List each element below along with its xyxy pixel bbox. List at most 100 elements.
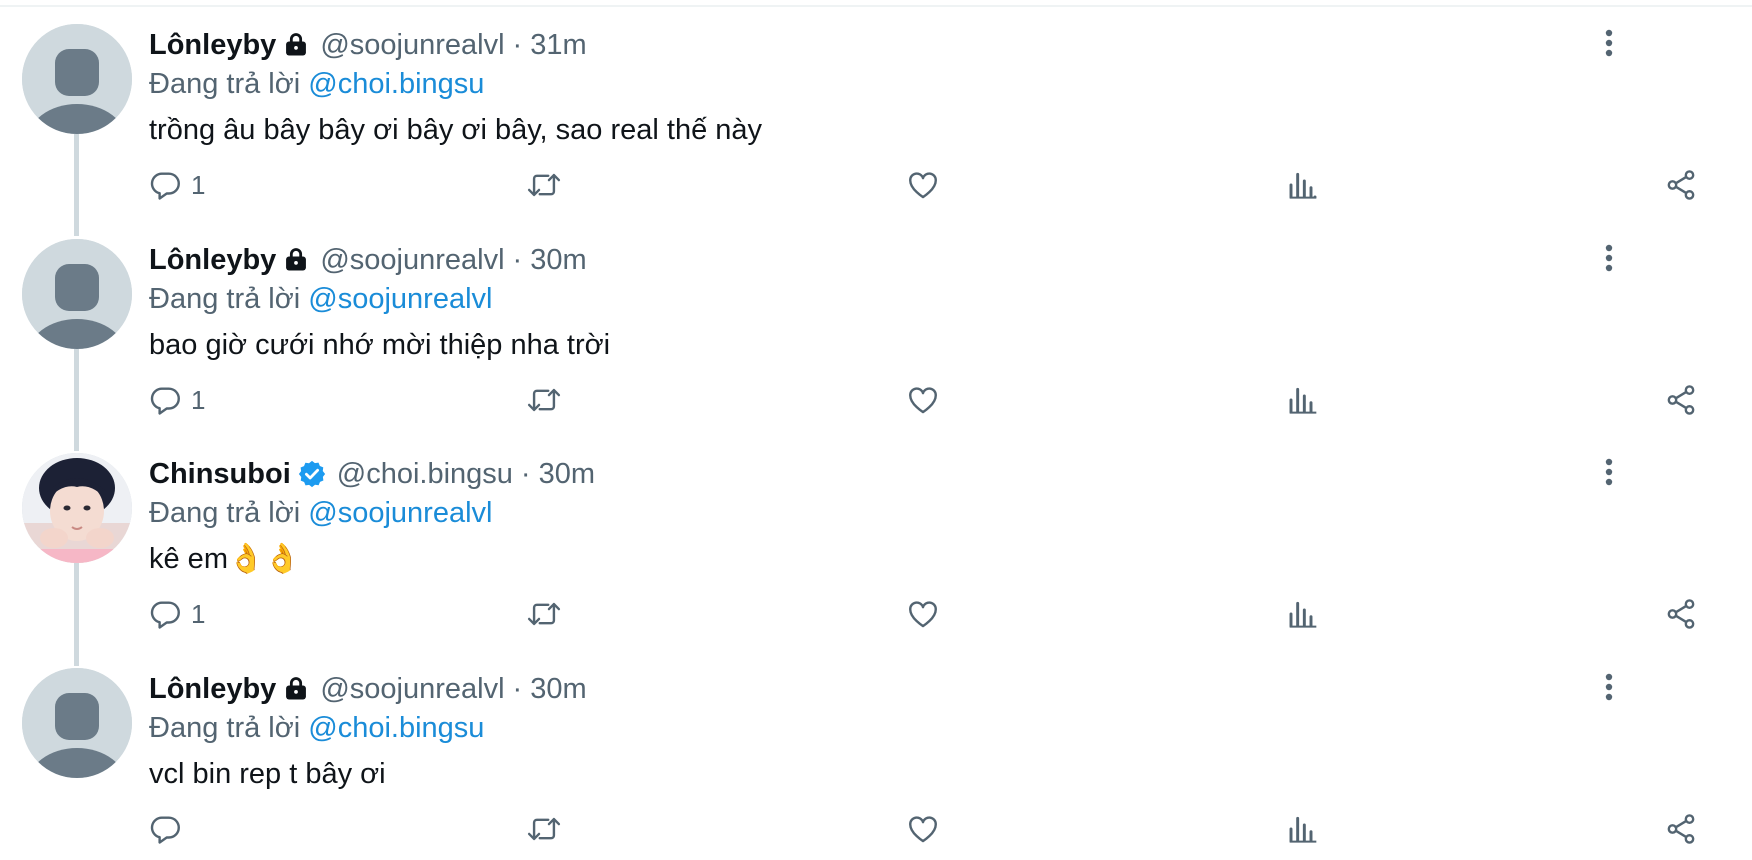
share-button[interactable]	[1664, 809, 1698, 849]
timestamp[interactable]: 31m	[530, 29, 586, 62]
separator: ·	[512, 28, 523, 61]
mention-link[interactable]: @choi.bingsu	[308, 68, 484, 100]
timestamp[interactable]: 30m	[539, 458, 595, 491]
user-handle[interactable]: @soojunrealvl	[320, 29, 504, 62]
mention-link[interactable]: @choi.bingsu	[308, 712, 484, 744]
replying-to: Đang trả lời @soojunrealvl	[149, 495, 1669, 531]
share-icon	[1667, 814, 1695, 844]
retweet-button[interactable]	[525, 594, 563, 634]
more-button[interactable]	[1594, 457, 1624, 487]
default-avatar-icon	[22, 24, 132, 134]
mention-link[interactable]: @soojunrealvl	[308, 497, 492, 529]
heart-icon	[909, 387, 937, 414]
heart-icon	[909, 601, 937, 628]
reply-button[interactable]: 1	[149, 380, 205, 420]
reply-count: 1	[191, 169, 206, 200]
tweet-text: vcl bin rep t bây ơi	[149, 758, 386, 790]
tweet[interactable]: Lônleyby @soojunrealvl · 30m Đang trả lờ…	[0, 644, 1752, 859]
avatar[interactable]	[22, 453, 132, 563]
avatar[interactable]	[22, 668, 132, 778]
verified-icon	[297, 459, 327, 489]
analytics-icon	[1289, 172, 1317, 199]
replying-to: Đang trả lời @choi.bingsu	[149, 66, 1669, 102]
display-name[interactable]: Lônleyby	[149, 29, 276, 62]
retweet-button[interactable]	[525, 809, 563, 849]
avatar[interactable]	[22, 24, 132, 134]
action-bar: 1	[149, 165, 1709, 205]
mention-link[interactable]: @soojunrealvl	[308, 283, 492, 315]
tweet[interactable]: Lônleyby @soojunrealvl · 31m Đang trả lờ…	[0, 0, 1752, 215]
display-name[interactable]: Lônleyby	[149, 244, 276, 277]
timestamp[interactable]: 30m	[530, 673, 586, 706]
more-vertical-icon	[1605, 458, 1613, 486]
heart-icon	[909, 816, 937, 843]
tweet-content: Lônleyby @soojunrealvl · 30m Đang trả lờ…	[149, 239, 1669, 363]
action-bar: 1	[149, 594, 1709, 634]
reply-count: 1	[191, 384, 206, 415]
share-button[interactable]	[1664, 380, 1698, 420]
like-button[interactable]	[906, 594, 940, 634]
like-button[interactable]	[906, 165, 940, 205]
user-handle[interactable]: @choi.bingsu	[337, 458, 513, 491]
views-button[interactable]	[1287, 380, 1319, 420]
more-button[interactable]	[1594, 672, 1624, 702]
more-button[interactable]	[1594, 28, 1624, 58]
share-button[interactable]	[1664, 165, 1698, 205]
more-vertical-icon	[1605, 673, 1613, 701]
action-bar: 1	[149, 380, 1709, 420]
avatar-column	[22, 239, 132, 349]
reply-icon	[150, 816, 180, 844]
tweet[interactable]: Chinsuboi @choi.bingsu · 30m Đang trả lờ…	[0, 429, 1752, 644]
analytics-icon	[1289, 601, 1317, 628]
display-name[interactable]: Lônleyby	[149, 673, 276, 706]
reply-button[interactable]: 1	[149, 165, 205, 205]
like-button[interactable]	[906, 809, 940, 849]
action-bar	[149, 809, 1709, 849]
user-handle[interactable]: @soojunrealvl	[320, 673, 504, 706]
replying-to-label: Đang trả lời	[149, 712, 301, 744]
lock-icon	[282, 675, 310, 703]
replying-to: Đang trả lời @soojunrealvl	[149, 281, 1669, 317]
views-button[interactable]	[1287, 165, 1319, 205]
replying-to-label: Đang trả lời	[149, 497, 301, 529]
replying-to: Đang trả lời @choi.bingsu	[149, 710, 1669, 746]
tweet-text: bao giờ cưới nhớ mời thiệp nha trời	[149, 329, 611, 361]
tweet[interactable]: Lônleyby @soojunrealvl · 30m Đang trả lờ…	[0, 215, 1752, 430]
share-button[interactable]	[1664, 594, 1698, 634]
more-vertical-icon	[1605, 29, 1613, 57]
tweet-content: Lônleyby @soojunrealvl · 31m Đang trả lờ…	[149, 24, 1669, 148]
tweet-header: Lônleyby @soojunrealvl · 30m	[149, 668, 1669, 710]
more-button[interactable]	[1594, 243, 1624, 273]
timestamp[interactable]: 30m	[530, 244, 586, 277]
lock-icon	[282, 31, 310, 59]
reply-button[interactable]: 1	[149, 594, 205, 634]
more-vertical-icon	[1605, 244, 1613, 272]
reply-button[interactable]	[149, 809, 191, 849]
share-icon	[1667, 599, 1695, 629]
heart-icon	[909, 172, 937, 199]
retweet-button[interactable]	[525, 165, 563, 205]
separator: ·	[520, 457, 531, 490]
views-button[interactable]	[1287, 594, 1319, 634]
replying-to-label: Đang trả lời	[149, 68, 301, 100]
reply-icon	[150, 387, 180, 415]
reply-icon	[150, 172, 180, 200]
user-handle[interactable]: @soojunrealvl	[320, 244, 504, 277]
default-avatar-icon	[22, 668, 132, 778]
display-name[interactable]: Chinsuboi	[149, 458, 291, 491]
avatar-column	[22, 453, 132, 563]
tweet-header: Chinsuboi @choi.bingsu · 30m	[149, 453, 1669, 495]
lock-icon	[282, 246, 310, 274]
tweet-content: Lônleyby @soojunrealvl · 30m Đang trả lờ…	[149, 668, 1669, 792]
retweet-icon	[527, 817, 561, 841]
retweet-button[interactable]	[525, 380, 563, 420]
views-button[interactable]	[1287, 809, 1319, 849]
reply-count: 1	[191, 598, 206, 629]
separator: ·	[512, 243, 523, 276]
tweet-header: Lônleyby @soojunrealvl · 31m	[149, 24, 1669, 66]
avatar-column	[22, 24, 132, 134]
share-icon	[1667, 385, 1695, 415]
retweet-icon	[527, 388, 561, 412]
like-button[interactable]	[906, 380, 940, 420]
avatar[interactable]	[22, 239, 132, 349]
